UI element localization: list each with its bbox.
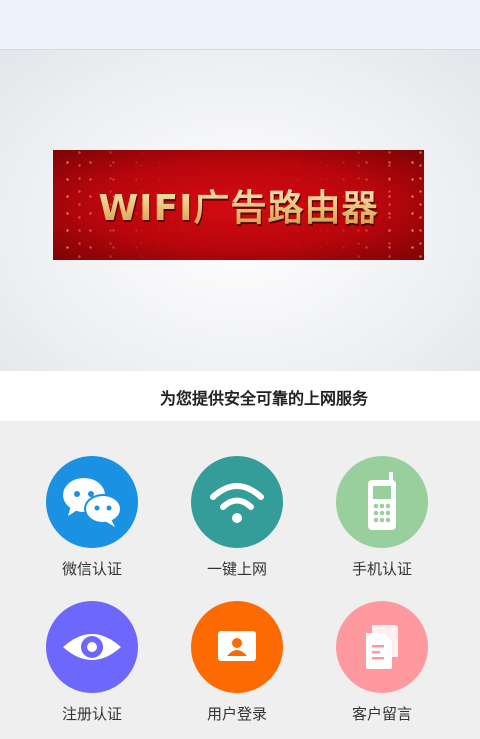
slogan-text: 为您提供安全可靠的上网服务: [160, 389, 369, 408]
menu-item-label: 注册认证: [61, 705, 122, 723]
mobile-phone-icon: [336, 456, 428, 548]
document-icon: [336, 601, 428, 693]
menu-grid: 微信认证 一键上网 手机认证 注册认证 用户登录 客户留言: [0, 421, 480, 739]
top-bar: [0, 0, 480, 50]
hero-section: WIFI广告路由器: [0, 50, 480, 371]
menu-item-phone-auth[interactable]: 手机认证: [322, 421, 442, 578]
banner-title: WIFI广告路由器: [98, 179, 378, 231]
slogan-bar: 为您提供安全可靠的上网服务: [0, 371, 480, 421]
eye-icon: [46, 601, 138, 693]
menu-item-customer-message[interactable]: 客户留言: [322, 566, 442, 723]
wifi-icon: [191, 456, 283, 548]
menu-item-user-login[interactable]: 用户登录: [177, 566, 297, 723]
menu-item-label: 客户留言: [351, 705, 412, 723]
wechat-icon: [46, 456, 138, 548]
menu-item-label: 用户登录: [206, 705, 267, 723]
menu-item-register-auth[interactable]: 注册认证: [32, 566, 152, 723]
banner-ad[interactable]: WIFI广告路由器: [53, 150, 424, 260]
menu-item-one-click-online[interactable]: 一键上网: [177, 421, 297, 578]
menu-item-wechat-auth[interactable]: 微信认证: [32, 421, 152, 578]
user-card-icon: [191, 601, 283, 693]
